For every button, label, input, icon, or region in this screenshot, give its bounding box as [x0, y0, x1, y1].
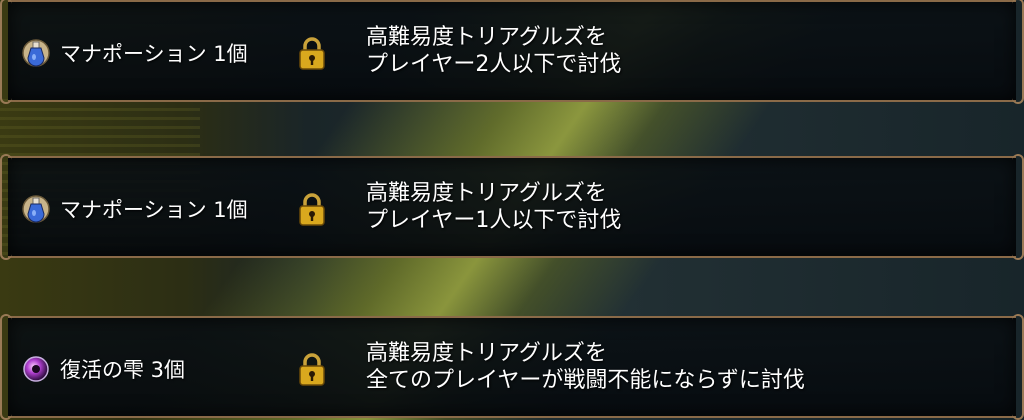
condition-line-2: プレイヤー2人以下で討伐 — [366, 52, 622, 77]
mana-potion-icon — [22, 195, 50, 223]
mission-condition: 高難易度トリアグルズを 全てのプレイヤーが戦闘不能にならずに討伐 — [366, 340, 805, 394]
mission-row[interactable]: マナポーション 1個 高難易度トリアグルズを プレイヤー1人以下で討伐 — [0, 154, 1024, 260]
lock-icon — [299, 193, 325, 226]
condition-line-1: 高難易度トリアグルズを — [366, 341, 607, 366]
condition-line-1: 高難易度トリアグルズを — [366, 181, 607, 206]
reward-label: マナポーション 1個 — [60, 42, 248, 66]
mission-row[interactable]: 復活の雫 3個 高難易度トリアグルズを 全てのプレイヤーが戦闘不能にならずに討伐 — [0, 314, 1024, 420]
mission-condition: 高難易度トリアグルズを プレイヤー1人以下で討伐 — [366, 180, 621, 234]
lock-icon — [299, 353, 325, 386]
mission-row[interactable]: マナポーション 1個 高難易度トリアグルズを プレイヤー2人以下で討伐 — [0, 0, 1024, 104]
condition-line-2: 全てのプレイヤーが戦闘不能にならずに討伐 — [366, 368, 805, 393]
reward-label: マナポーション 1個 — [60, 198, 248, 222]
mana-potion-icon — [22, 39, 50, 67]
lock-icon — [299, 37, 325, 70]
condition-line-2: プレイヤー1人以下で討伐 — [366, 208, 622, 233]
mission-condition: 高難易度トリアグルズを プレイヤー2人以下で討伐 — [366, 24, 621, 78]
condition-line-1: 高難易度トリアグルズを — [366, 25, 607, 50]
reward-label: 復活の雫 3個 — [60, 358, 186, 382]
revival-drop-icon — [23, 356, 49, 382]
